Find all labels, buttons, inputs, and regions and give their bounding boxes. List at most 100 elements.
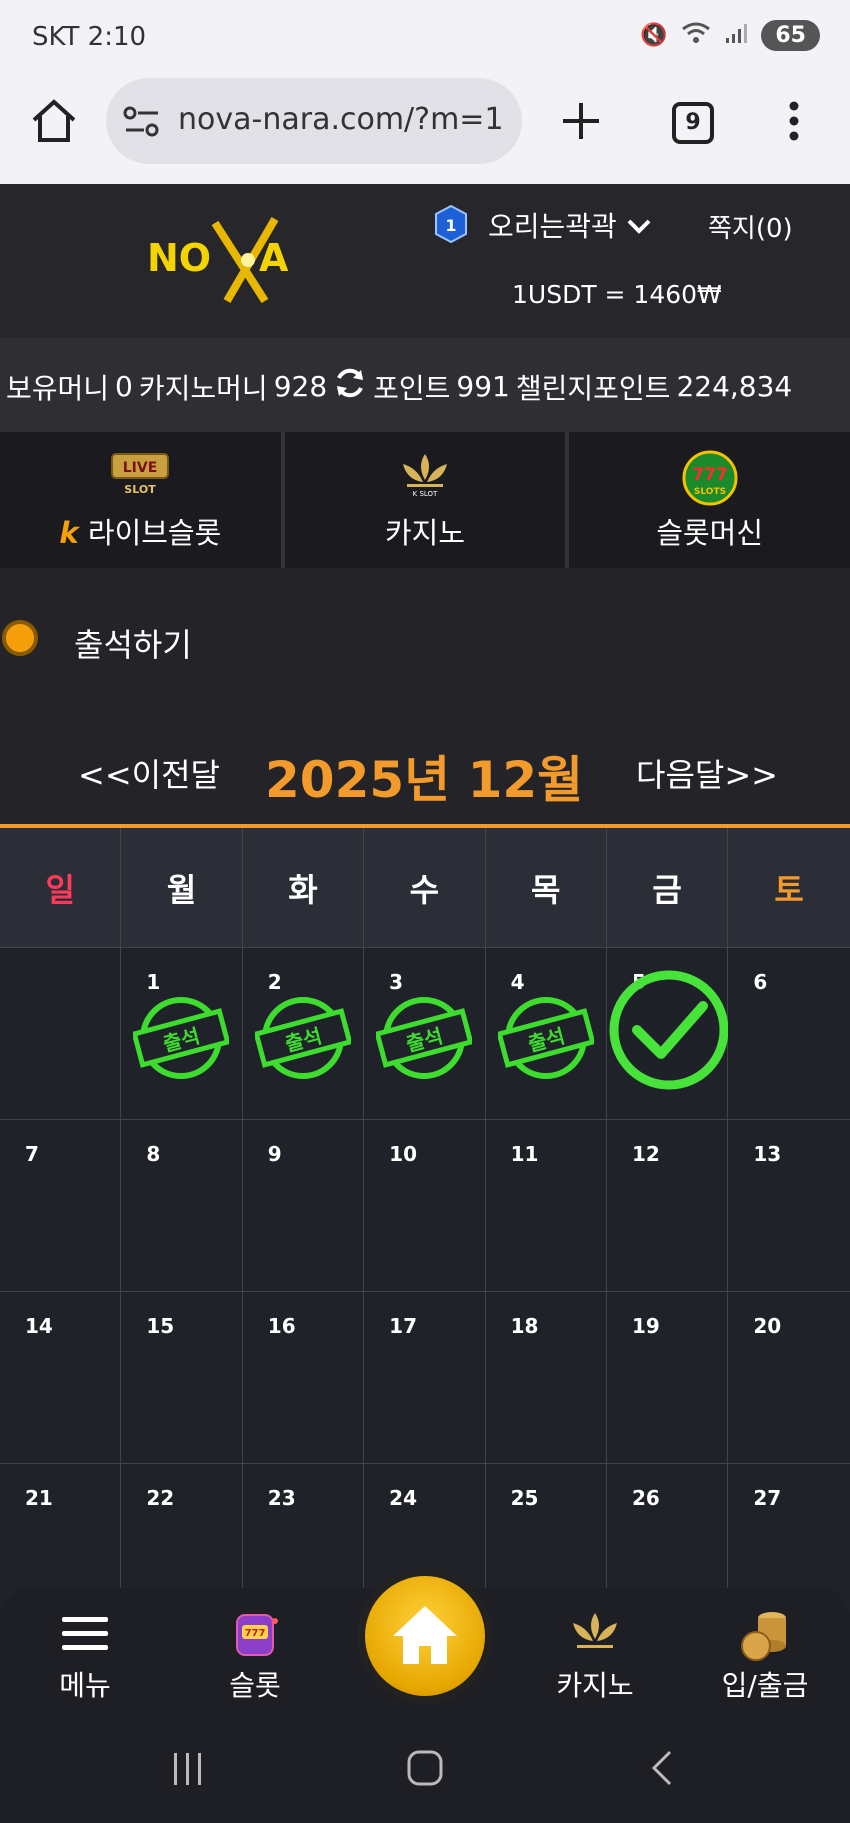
day-number: 13 (753, 1142, 782, 1166)
svg-text:LIVE: LIVE (123, 460, 158, 476)
recent-apps-icon[interactable] (170, 1751, 206, 1791)
casino-money-value: 928 (273, 370, 328, 403)
url-text: nova-nara.com/?m=1 (178, 102, 504, 137)
kslot-lotus-icon (525, 1604, 665, 1664)
signal-icon (725, 22, 748, 50)
nav-label: 슬롯 (229, 1669, 281, 1702)
site-settings-icon[interactable] (122, 104, 162, 144)
calendar-day-cell[interactable]: 1 출석 (121, 948, 243, 1120)
svg-text:777: 777 (692, 465, 728, 485)
weekday-sun: 일 (0, 828, 122, 948)
weekday-thu: 목 (485, 828, 607, 948)
tab-count-button[interactable]: 9 (672, 102, 714, 144)
challenge-point-label: 챌린지포인트 (515, 371, 671, 405)
calendar-day-cell[interactable]: 10 (364, 1120, 486, 1292)
calendar-day-cell[interactable]: 18 (485, 1292, 607, 1464)
svg-text:K SLOT: K SLOT (413, 490, 438, 498)
svg-text:A: A (259, 236, 289, 280)
point-label: 포인트 (373, 371, 451, 405)
day-number: 20 (753, 1314, 782, 1338)
weekday-mon: 월 (121, 828, 243, 948)
nav-casino[interactable]: 카지노 (525, 1604, 665, 1704)
calendar-day-cell[interactable]: 13 (728, 1120, 850, 1292)
chevron-down-icon (626, 210, 652, 243)
holding-value: 0 (115, 370, 133, 403)
day-number: 23 (267, 1486, 296, 1510)
calendar-day-cell[interactable]: 14 (0, 1292, 122, 1464)
calendar-week: 7 8 9 10 11 12 13 (0, 1120, 850, 1292)
nav-deposit-withdraw[interactable]: 입/출금 (695, 1604, 835, 1704)
check-icon (607, 968, 731, 1092)
attendance-stamp-icon: 출석 (495, 990, 596, 1086)
calendar-day-cell[interactable]: 12 (606, 1120, 729, 1292)
refresh-icon[interactable] (333, 366, 367, 407)
hamburger-icon (15, 1604, 155, 1664)
back-icon[interactable] (650, 1749, 674, 1791)
kslot-lotus-icon: K SLOT (393, 450, 457, 498)
category-casino[interactable]: K SLOT 카지노 (285, 432, 570, 568)
calendar-day-cell[interactable]: 7 (0, 1120, 122, 1292)
home-icon[interactable] (30, 98, 78, 148)
calendar-day-cell[interactable]: 9 (242, 1120, 365, 1292)
category-live-slot[interactable]: LIVE SLOT k 라이브슬롯 (0, 432, 285, 568)
live-slot-icon: LIVE SLOT (108, 450, 172, 498)
system-home-icon[interactable] (406, 1749, 444, 1791)
attendance-stamp-icon: 출석 (131, 990, 232, 1086)
calendar-day-cell[interactable]: 2 출석 (242, 948, 365, 1120)
system-nav-bar (0, 1723, 850, 1823)
url-bar[interactable]: nova-nara.com/?m=1 (106, 78, 522, 164)
category-tabs: LIVE SLOT k 라이브슬롯 K SLOT 카지노 777 SLOTS 슬롯머… (0, 432, 850, 568)
calendar-day-cell[interactable]: 15 (121, 1292, 243, 1464)
svg-text:SLOTS: SLOTS (694, 487, 726, 497)
calendar-day-cell[interactable]: 5 (606, 948, 731, 1120)
k-logo-icon: k (59, 516, 79, 550)
category-slot-machine[interactable]: 777 SLOTS 슬롯머신 (569, 432, 850, 568)
day-number: 15 (146, 1314, 175, 1338)
more-options-icon[interactable] (788, 100, 800, 146)
user-menu[interactable]: 오리는곽곽 (488, 205, 652, 245)
attendance-stamp-icon: 출석 (253, 990, 353, 1086)
svg-text:NO: NO (147, 236, 211, 280)
messages-link[interactable]: 쪽지(0) (708, 208, 793, 245)
prev-month-link[interactable]: <<이전달 (78, 750, 220, 796)
day-number: 9 (267, 1142, 282, 1166)
calendar-day-cell[interactable] (0, 948, 122, 1120)
calendar-day-cell[interactable]: 19 (606, 1292, 729, 1464)
weekday-wed: 수 (364, 828, 486, 948)
home-button[interactable] (357, 1568, 493, 1704)
status-bar: SKT 2:10 🔇 65 (0, 0, 850, 76)
nav-label: 카지노 (556, 1669, 634, 1702)
calendar-day-cell[interactable]: 3 출석 (364, 948, 486, 1120)
new-tab-icon[interactable] (560, 100, 602, 146)
nova-logo[interactable]: NO A (145, 215, 320, 305)
month-title: 2025년 12월 (265, 751, 584, 809)
nav-slot[interactable]: 777 슬롯 (185, 1604, 325, 1704)
calendar-week: 1출석2출석3출석4출석56 (0, 948, 850, 1120)
day-number: 26 (631, 1486, 660, 1510)
777-slots-icon: 777 SLOTS (678, 450, 742, 506)
day-number: 21 (25, 1486, 53, 1510)
category-label: 카지노 (384, 516, 466, 550)
calendar-day-cell[interactable]: 8 (121, 1120, 243, 1292)
balance-bar: 보유머니 0 카지노머니 928 포인트 991 챌린지포인트 224,834 (0, 338, 850, 432)
calendar-day-cell[interactable]: 4 출석 (485, 948, 607, 1120)
weekday-header: 일 월 화 수 목 금 토 (0, 828, 850, 948)
battery-badge: 65 (761, 20, 820, 51)
calendar-day-cell[interactable]: 6 (728, 948, 850, 1120)
attendance-title: 출석하기 (74, 626, 192, 664)
next-month-link[interactable]: 다음달>> (636, 750, 778, 796)
attendance-calendar: 일 월 화 수 목 금 토 1출석2출석3출석4출석56789101112131… (0, 824, 850, 1636)
calendar-day-cell[interactable]: 20 (728, 1292, 850, 1464)
calendar-day-cell[interactable]: 17 (364, 1292, 486, 1464)
home-icon (393, 1606, 457, 1664)
challenge-point-value: 224,834 (676, 370, 793, 403)
calendar-day-cell[interactable]: 11 (485, 1120, 607, 1292)
day-number: 11 (510, 1142, 539, 1166)
attendance-stamp-icon: 출석 (374, 990, 474, 1086)
day-number: 25 (510, 1486, 539, 1510)
carrier-time: SKT 2:10 (32, 22, 147, 52)
day-number: 27 (753, 1486, 782, 1510)
calendar-day-cell[interactable]: 16 (242, 1292, 365, 1464)
nav-menu[interactable]: 메뉴 (15, 1604, 155, 1704)
attendance-bullet-icon (2, 620, 38, 656)
